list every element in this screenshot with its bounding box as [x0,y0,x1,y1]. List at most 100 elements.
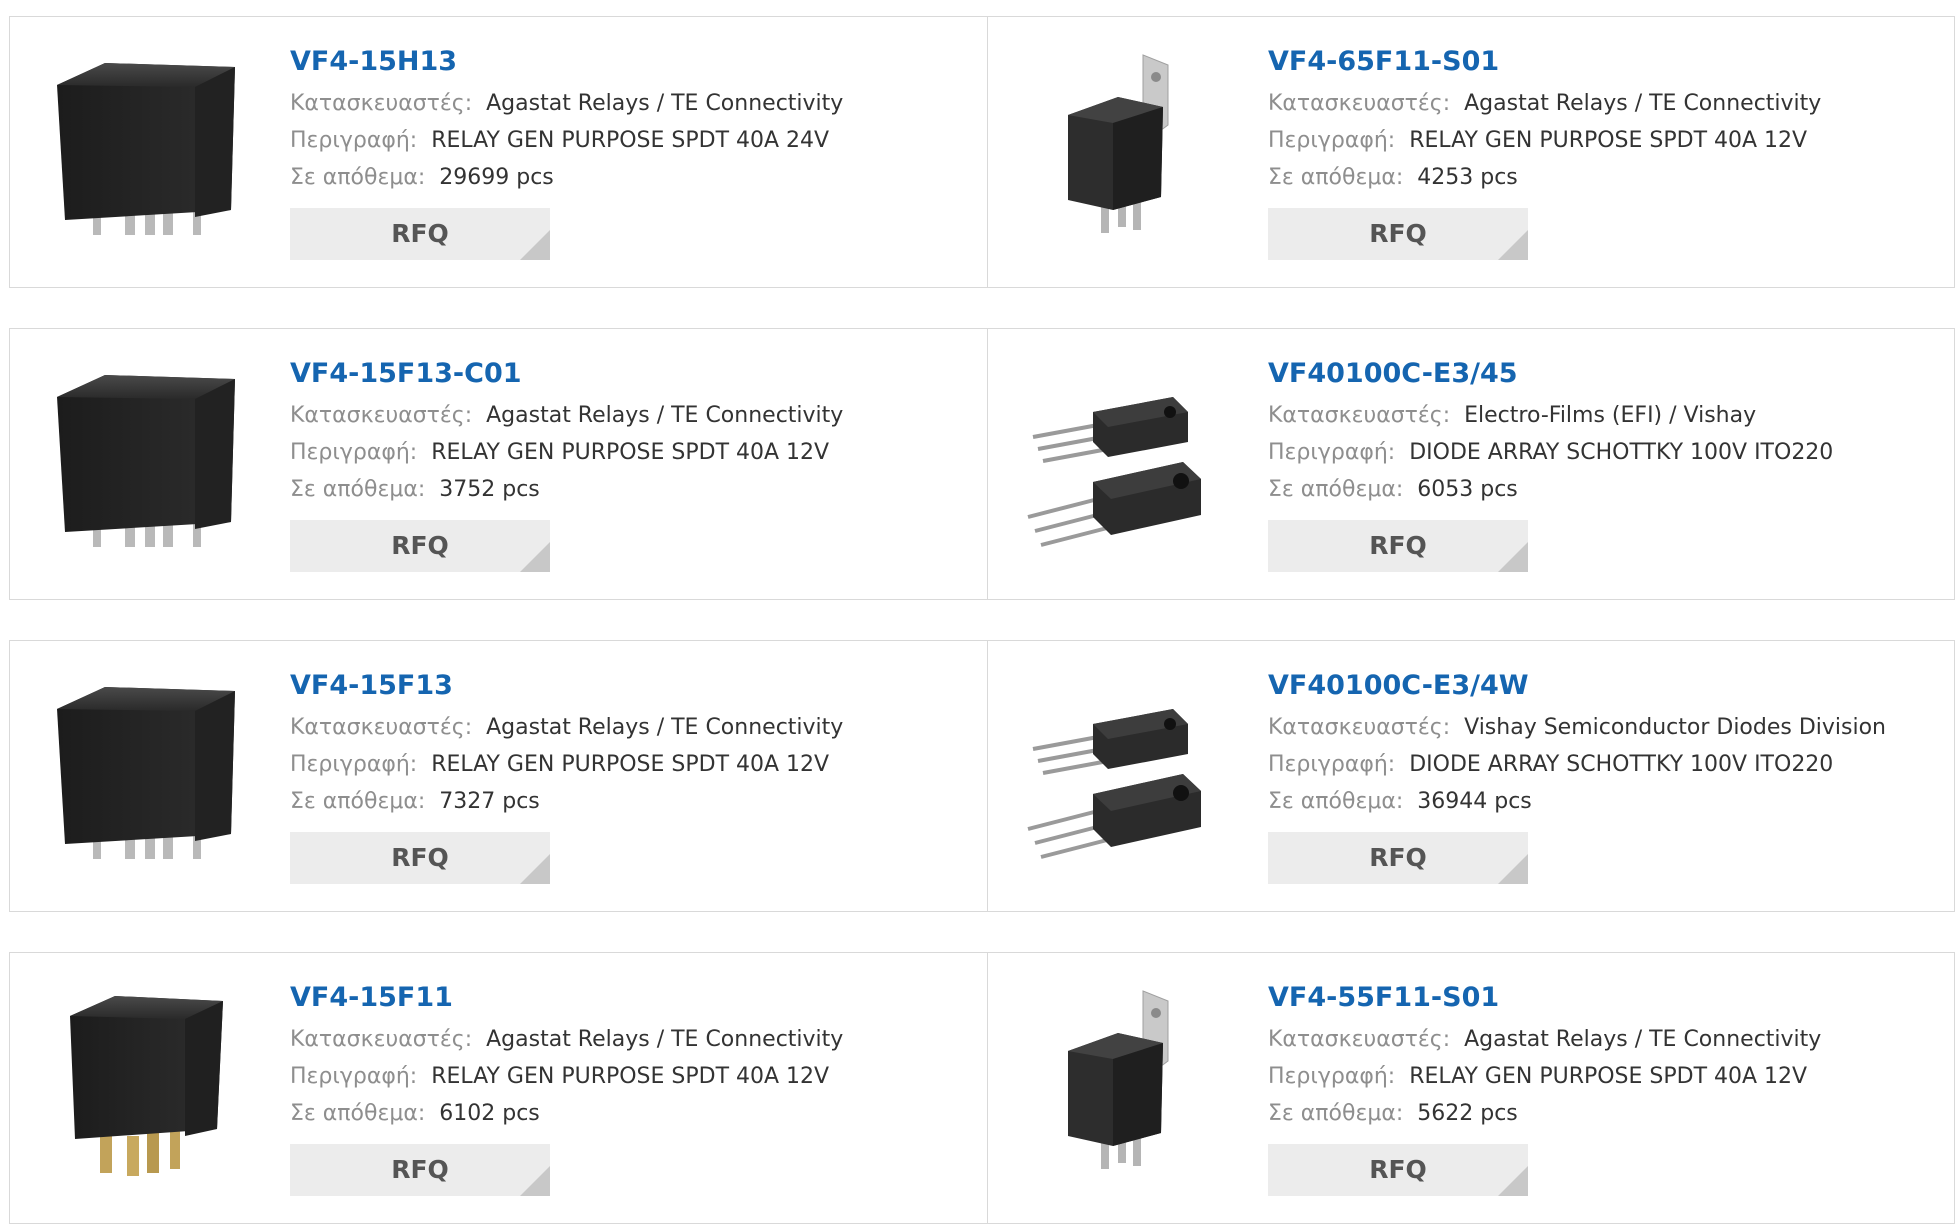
description-label: Περιγραφή: [290,752,418,777]
stock-line: Σε απόθεμα: 7327 pcs [290,783,950,820]
product-info: VF4-15F11 Κατασκευαστές: Agastat Relays / … [290,981,950,1196]
rfq-button[interactable]: RFQ [290,1144,550,1196]
manufacturer-label: Κατασκευαστές: [290,91,473,116]
part-number-link[interactable]: VF4-15F13-C01 [290,357,950,391]
manufacturer-value: Vishay Semiconductor Diodes Division [1464,715,1887,740]
part-number-link[interactable]: VF40100C-E3/45 [1268,357,1928,391]
relay-brass-pins-icon[interactable] [45,981,245,1181]
part-number-link[interactable]: VF4-15H13 [290,45,950,79]
part-number-link[interactable]: VF40100C-E3/4W [1268,669,1928,703]
corner-decoration [1498,1166,1528,1196]
description-value: RELAY GEN PURPOSE SPDT 40A 12V [1409,128,1808,153]
relay-icon[interactable] [45,669,245,869]
description-label: Περιγραφή: [1268,1064,1396,1089]
rfq-button[interactable]: RFQ [1268,832,1528,884]
manufacturer-line: Κατασκευαστές: Agastat Relays / TE Connec… [290,709,950,746]
corner-decoration [1498,230,1528,260]
stock-value: 3752 pcs [439,477,540,502]
rfq-button[interactable]: RFQ [1268,1144,1528,1196]
part-number-link[interactable]: VF4-65F11-S01 [1268,45,1928,79]
product-row: VF4-15H13 Κατασκευαστές: Agastat Relays / … [9,16,1955,288]
description-line: Περιγραφή: RELAY GEN PURPOSE SPDT 40A 12V [1268,122,1928,159]
part-number-link[interactable]: VF4-15F11 [290,981,950,1015]
manufacturer-line: Κατασκευαστές: Agastat Relays / TE Connec… [290,1021,950,1058]
rfq-button[interactable]: RFQ [290,832,550,884]
description-value: RELAY GEN PURPOSE SPDT 40A 24V [431,128,830,153]
description-line: Περιγραφή: DIODE ARRAY SCHOTTKY 100V ITO2… [1268,434,1928,471]
description-value: DIODE ARRAY SCHOTTKY 100V ITO220 [1409,752,1834,777]
description-label: Περιγραφή: [1268,128,1396,153]
stock-line: Σε απόθεμα: 36944 pcs [1268,783,1928,820]
manufacturer-label: Κατασκευαστές: [1268,1027,1451,1052]
product-info: VF4-55F11-S01 Κατασκευαστές: Agastat Relay… [1268,981,1928,1196]
stock-line: Σε απόθεμα: 6053 pcs [1268,471,1928,508]
stock-label: Σε απόθεμα: [1268,165,1404,190]
stock-value: 5622 pcs [1417,1101,1518,1126]
corner-decoration [520,230,550,260]
product-card: VF4-15F13 Κατασκευαστές: Agastat Relays / … [10,641,978,911]
manufacturer-label: Κατασκευαστές: [290,403,473,428]
corner-decoration [1498,542,1528,572]
bracket-relay-icon[interactable] [1023,45,1223,245]
rfq-label: RFQ [1369,843,1427,872]
stock-label: Σε απόθεμα: [290,789,426,814]
product-card: VF4-15F11 Κατασκευαστές: Agastat Relays / … [10,953,978,1223]
part-number-link[interactable]: VF4-55F11-S01 [1268,981,1928,1015]
manufacturer-line: Κατασκευαστές: Agastat Relays / TE Connec… [290,397,950,434]
manufacturer-value: Agastat Relays / TE Connectivity [486,91,844,116]
rfq-button[interactable]: RFQ [1268,520,1528,572]
description-line: Περιγραφή: RELAY GEN PURPOSE SPDT 40A 24V [290,122,950,159]
manufacturer-label: Κατασκευαστές: [290,715,473,740]
rfq-label: RFQ [1369,1155,1427,1184]
product-info: VF40100C-E3/4W Κατασκευαστές: Vishay Semic… [1268,669,1928,884]
manufacturer-value: Agastat Relays / TE Connectivity [486,715,844,740]
manufacturer-value: Agastat Relays / TE Connectivity [1464,91,1822,116]
manufacturer-line: Κατασκευαστές: Agastat Relays / TE Connec… [1268,1021,1928,1058]
manufacturer-value: Agastat Relays / TE Connectivity [486,403,844,428]
diode-package-icon[interactable] [1023,357,1223,557]
relay-icon[interactable] [45,357,245,557]
stock-label: Σε απόθεμα: [1268,1101,1404,1126]
description-line: Περιγραφή: DIODE ARRAY SCHOTTKY 100V ITO2… [1268,746,1928,783]
product-card: VF4-15H13 Κατασκευαστές: Agastat Relays / … [10,17,978,287]
manufacturer-line: Κατασκευαστές: Electro-Films (EFI) / Vish… [1268,397,1928,434]
stock-value: 7327 pcs [439,789,540,814]
description-line: Περιγραφή: RELAY GEN PURPOSE SPDT 40A 12V [290,1058,950,1095]
stock-value: 36944 pcs [1417,789,1532,814]
manufacturer-value: Electro-Films (EFI) / Vishay [1464,403,1757,428]
product-info: VF4-15F13 Κατασκευαστές: Agastat Relays / … [290,669,950,884]
description-value: RELAY GEN PURPOSE SPDT 40A 12V [1409,1064,1808,1089]
manufacturer-label: Κατασκευαστές: [290,1027,473,1052]
corner-decoration [520,854,550,884]
rfq-button[interactable]: RFQ [1268,208,1528,260]
bracket-relay-icon[interactable] [1023,981,1223,1181]
stock-value: 29699 pcs [439,165,554,190]
stock-value: 6102 pcs [439,1101,540,1126]
manufacturer-value: Agastat Relays / TE Connectivity [1464,1027,1822,1052]
description-value: DIODE ARRAY SCHOTTKY 100V ITO220 [1409,440,1834,465]
description-label: Περιγραφή: [290,440,418,465]
product-info: VF40100C-E3/45 Κατασκευαστές: Electro-Film… [1268,357,1928,572]
rfq-label: RFQ [391,1155,449,1184]
part-number-link[interactable]: VF4-15F13 [290,669,950,703]
description-value: RELAY GEN PURPOSE SPDT 40A 12V [431,752,830,777]
relay-icon[interactable] [45,45,245,245]
rfq-button[interactable]: RFQ [290,520,550,572]
product-card: VF4-55F11-S01 Κατασκευαστές: Agastat Relay… [988,953,1955,1223]
description-line: Περιγραφή: RELAY GEN PURPOSE SPDT 40A 12V [1268,1058,1928,1095]
stock-line: Σε απόθεμα: 4253 pcs [1268,159,1928,196]
product-row: VF4-15F13 Κατασκευαστές: Agastat Relays / … [9,640,1955,912]
stock-label: Σε απόθεμα: [1268,477,1404,502]
product-info: VF4-65F11-S01 Κατασκευαστές: Agastat Relay… [1268,45,1928,260]
stock-value: 6053 pcs [1417,477,1518,502]
stock-line: Σε απόθεμα: 29699 pcs [290,159,950,196]
rfq-button[interactable]: RFQ [290,208,550,260]
stock-label: Σε απόθεμα: [290,477,426,502]
rfq-label: RFQ [1369,219,1427,248]
stock-line: Σε απόθεμα: 6102 pcs [290,1095,950,1132]
manufacturer-label: Κατασκευαστές: [1268,91,1451,116]
description-label: Περιγραφή: [1268,440,1396,465]
description-line: Περιγραφή: RELAY GEN PURPOSE SPDT 40A 12V [290,434,950,471]
diode-package-icon[interactable] [1023,669,1223,869]
product-row: VF4-15F11 Κατασκευαστές: Agastat Relays / … [9,952,1955,1224]
